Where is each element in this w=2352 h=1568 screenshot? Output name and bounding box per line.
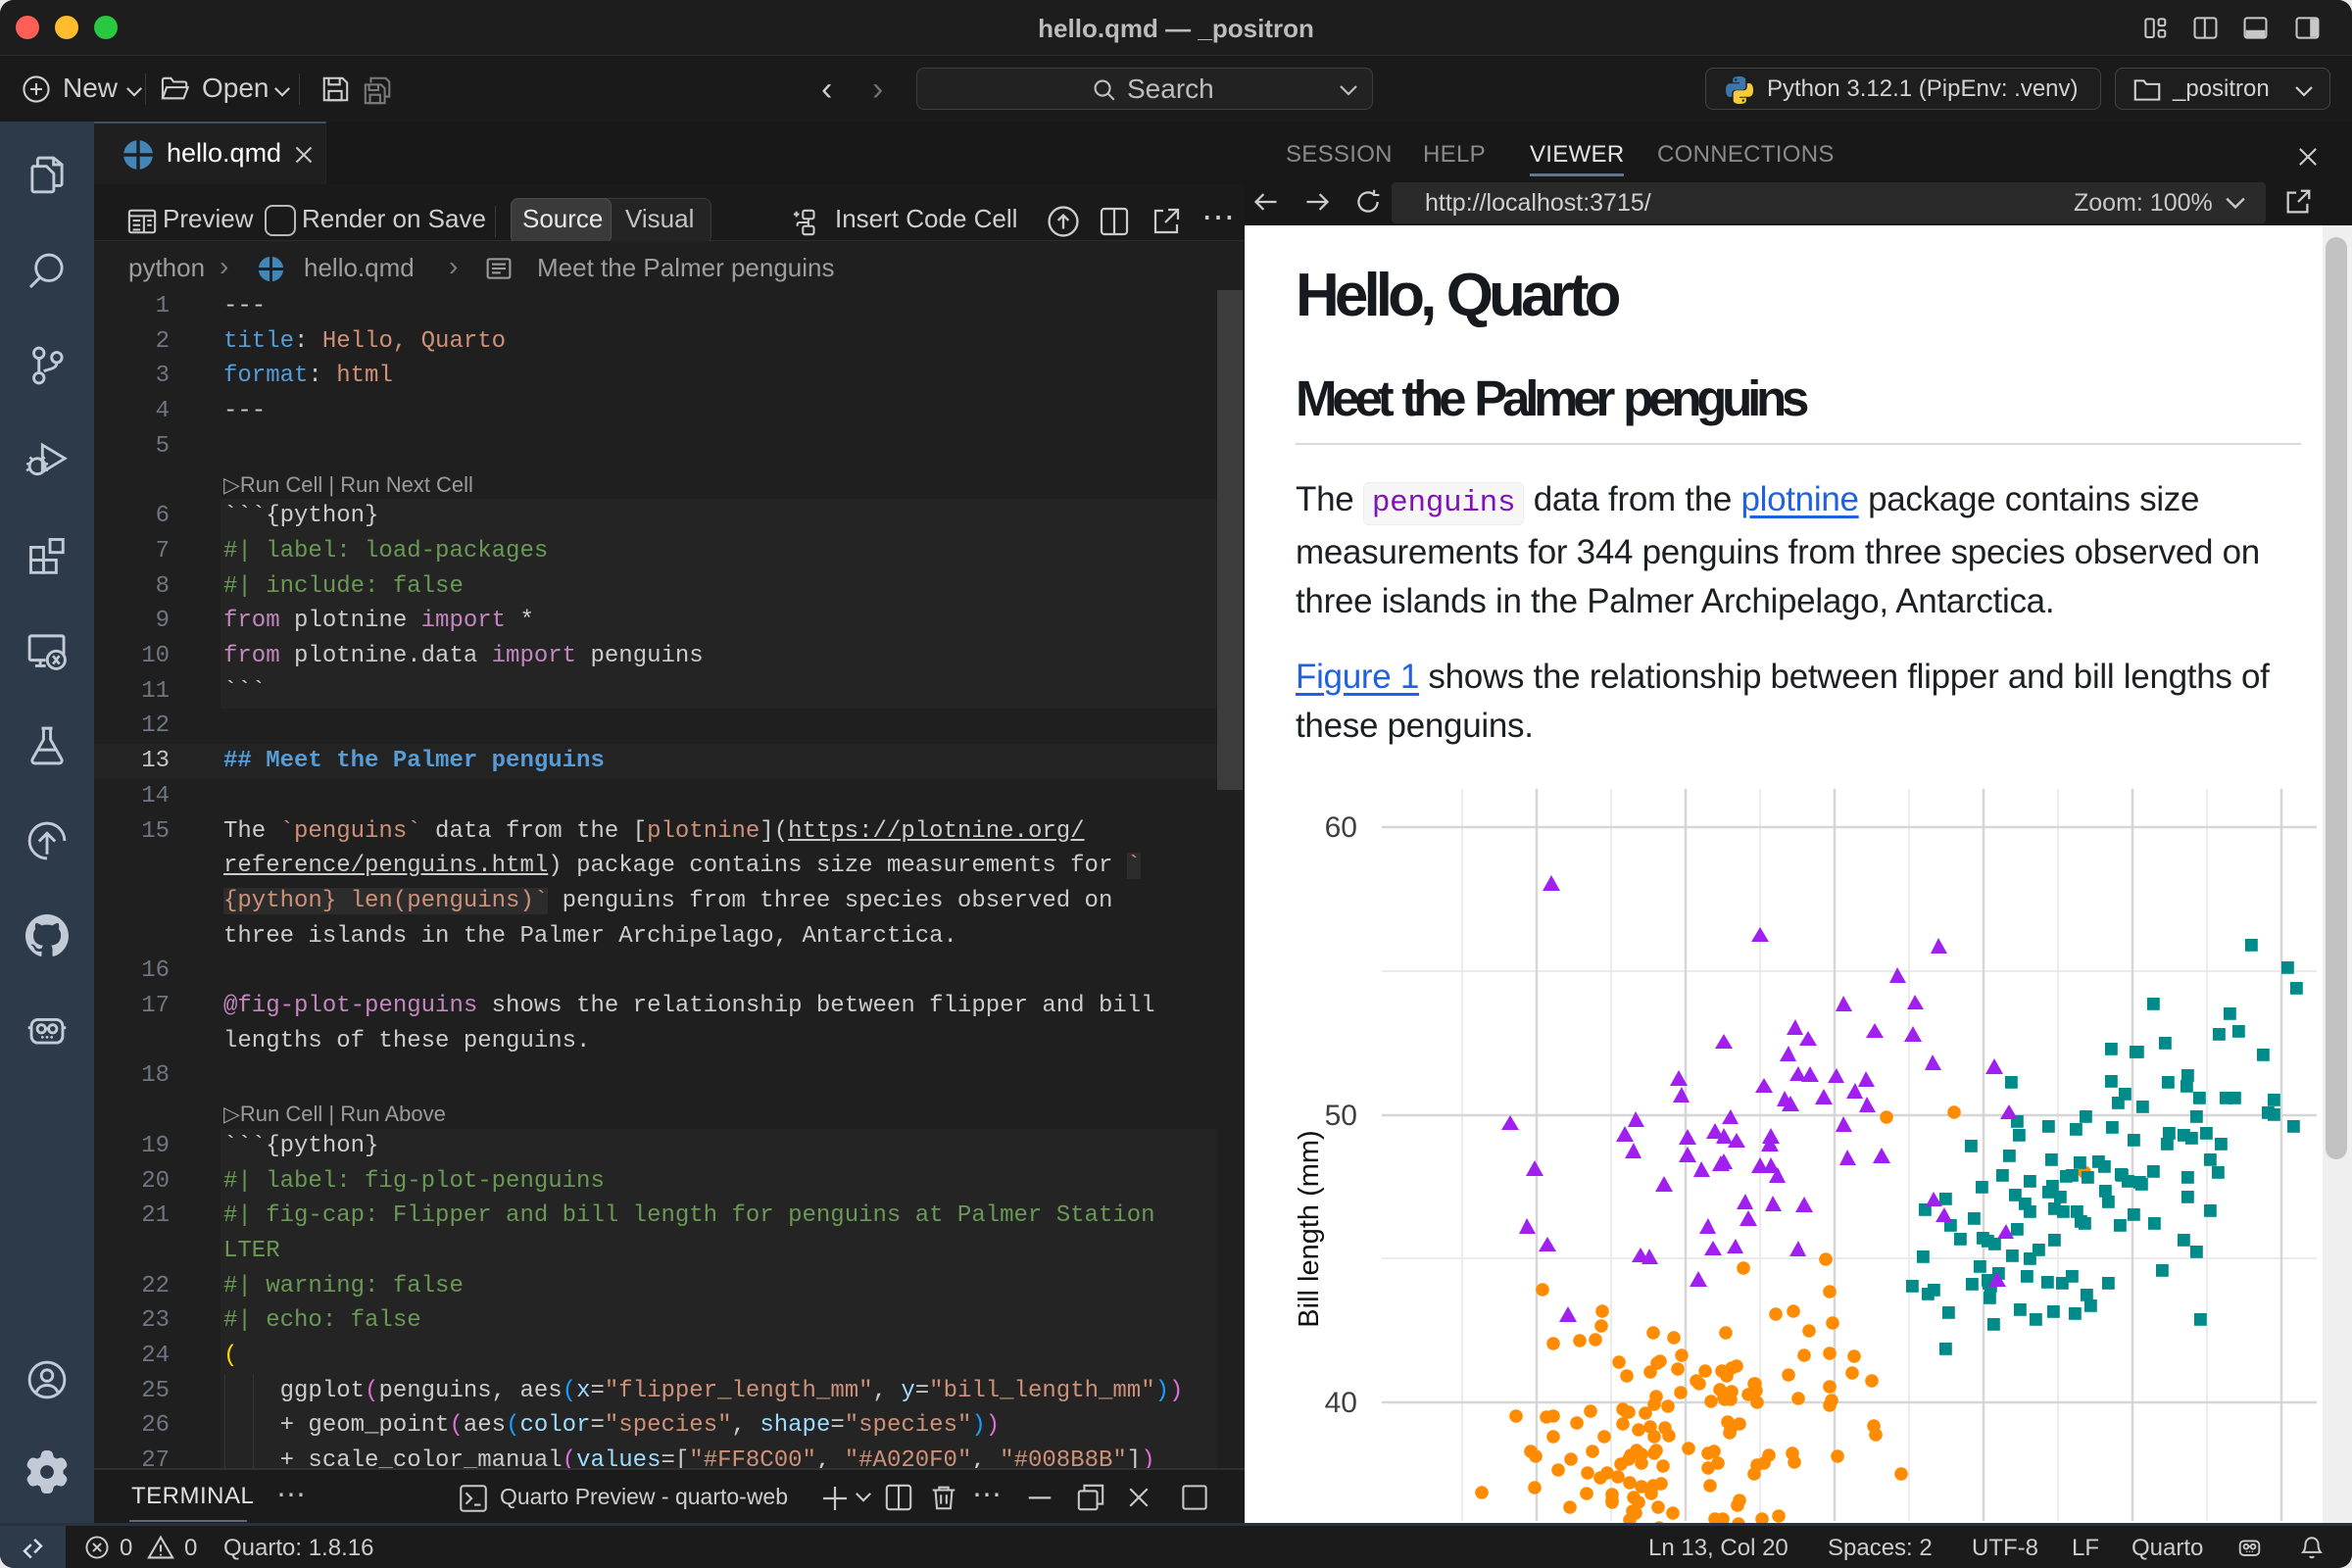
svg-text:60: 60	[1325, 811, 1357, 844]
svg-text:Bill length (mm): Bill length (mm)	[1294, 1130, 1325, 1327]
svg-text:50: 50	[1325, 1100, 1357, 1132]
svg-text:40: 40	[1325, 1387, 1357, 1419]
